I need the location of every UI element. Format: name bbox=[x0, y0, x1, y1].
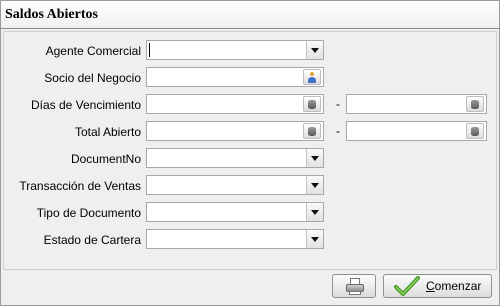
chevron-down-icon bbox=[311, 156, 319, 161]
total-from-field[interactable] bbox=[146, 121, 324, 141]
documentno-label: DocumentNo bbox=[70, 152, 141, 166]
transaccion-dropdown-button[interactable] bbox=[306, 176, 323, 194]
dias-from-calculator-button[interactable] bbox=[303, 96, 321, 112]
dias-to-field[interactable] bbox=[346, 94, 487, 114]
window-title: Saldos Abiertos bbox=[5, 7, 98, 22]
total-from-calculator-button[interactable] bbox=[303, 123, 321, 139]
total-label: Total Abierto bbox=[74, 125, 141, 139]
print-button[interactable] bbox=[332, 274, 376, 298]
tipo-label: Tipo de Documento bbox=[36, 206, 141, 220]
title-bar: Saldos Abiertos bbox=[1, 1, 499, 29]
agente-dropdown-button[interactable] bbox=[306, 41, 323, 59]
comenzar-button[interactable]: Comenzar bbox=[383, 274, 492, 298]
socio-field[interactable] bbox=[146, 67, 324, 87]
calculator-icon bbox=[471, 100, 479, 109]
calculator-icon bbox=[308, 100, 316, 109]
agente-combo[interactable] bbox=[146, 40, 324, 60]
documentno-combo[interactable] bbox=[146, 148, 324, 168]
total-to-calculator-button[interactable] bbox=[466, 123, 484, 139]
chevron-down-icon bbox=[311, 210, 319, 215]
range-separator: - bbox=[336, 97, 340, 111]
calculator-icon bbox=[471, 127, 479, 136]
agente-label: Agente Comercial bbox=[45, 44, 141, 58]
dias-label: Días de Vencimiento bbox=[30, 98, 141, 112]
dias-from-field[interactable] bbox=[146, 94, 324, 114]
calculator-icon bbox=[308, 127, 316, 136]
estado-combo[interactable] bbox=[146, 229, 324, 249]
transaccion-combo[interactable] bbox=[146, 175, 324, 195]
chevron-down-icon bbox=[311, 237, 319, 242]
socio-label: Socio del Negocio bbox=[44, 71, 141, 85]
tipo-combo[interactable] bbox=[146, 202, 324, 222]
transaccion-label: Transacción de Ventas bbox=[19, 179, 141, 193]
dias-to-calculator-button[interactable] bbox=[466, 96, 484, 112]
parameter-panel: Agente Comercial Socio del Negocio Días … bbox=[3, 31, 497, 270]
chevron-down-icon bbox=[311, 48, 319, 53]
estado-dropdown-button[interactable] bbox=[306, 230, 323, 248]
window: Saldos Abiertos Agente Comercial Socio d… bbox=[0, 0, 500, 306]
range-separator: - bbox=[336, 124, 340, 138]
text-caret bbox=[149, 43, 150, 57]
estado-label: Estado de Cartera bbox=[43, 233, 141, 247]
comenzar-label: Comenzar bbox=[426, 279, 482, 293]
check-icon bbox=[394, 276, 420, 296]
printer-icon bbox=[346, 278, 364, 295]
socio-lookup-button[interactable] bbox=[303, 69, 321, 85]
total-to-field[interactable] bbox=[346, 121, 487, 141]
chevron-down-icon bbox=[311, 183, 319, 188]
business-partner-icon bbox=[308, 72, 316, 83]
tipo-dropdown-button[interactable] bbox=[306, 203, 323, 221]
documentno-dropdown-button[interactable] bbox=[306, 149, 323, 167]
